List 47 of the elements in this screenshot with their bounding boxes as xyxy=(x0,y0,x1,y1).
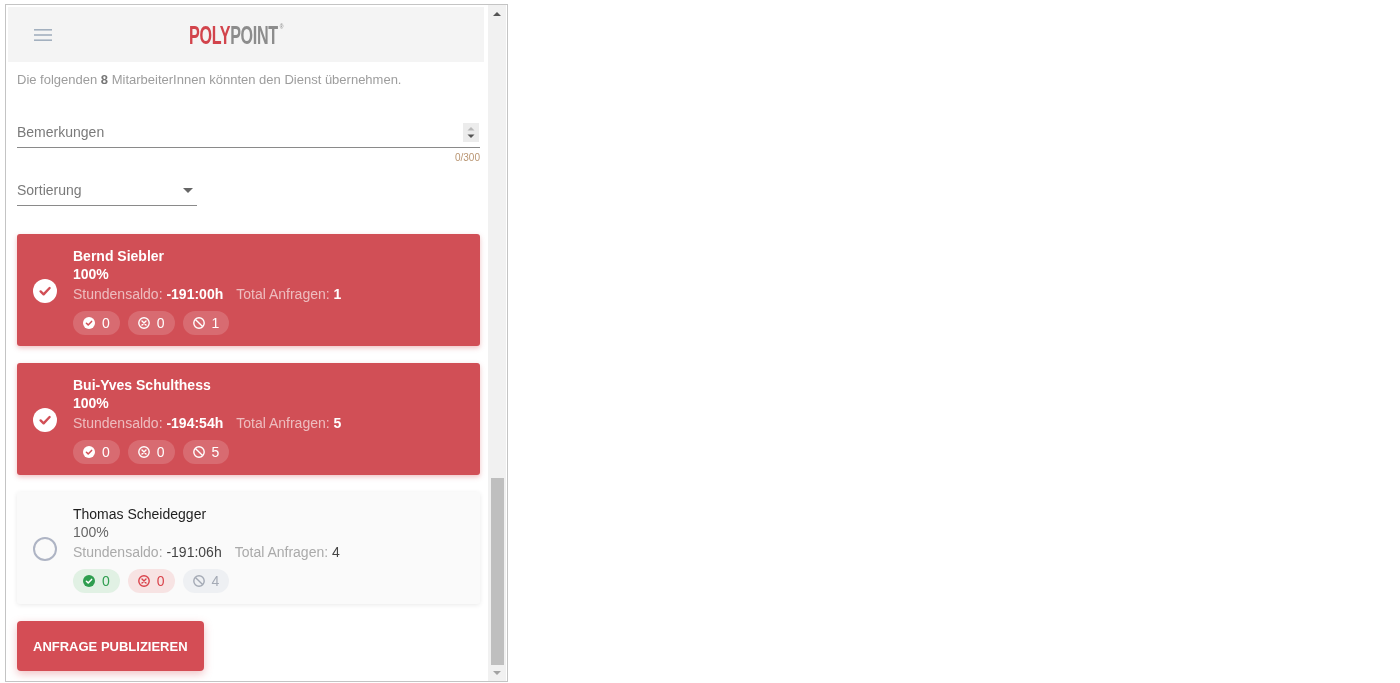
employee-card[interactable]: Bernd Siebler 100% Stundensaldo: -191:00h Total Anfragen: 1 0 0 1 xyxy=(17,234,480,346)
intro-text: Die folgenden 8 MitarbeiterInnen könnten den Dienst übernehmen. xyxy=(17,72,402,88)
employment-percentage: 100% xyxy=(73,523,109,541)
employee-name: Bui-Yves Schulthess xyxy=(73,376,211,394)
character-counter: 0/300 xyxy=(454,152,480,164)
employee-name: Bernd Siebler xyxy=(73,247,165,265)
count-text: 0 xyxy=(156,573,165,589)
employee-name: Thomas Scheidegger xyxy=(73,505,207,523)
count-text: 0 xyxy=(156,444,165,460)
hours-balance-text: Stundensaldo: -194:54h xyxy=(73,414,224,433)
hours-balance-text: Stundensaldo: -191:00h xyxy=(73,285,224,304)
ban-icon xyxy=(192,446,205,458)
x-circle-icon xyxy=(137,446,150,458)
count-text: 0 xyxy=(102,444,110,460)
check-circle-icon xyxy=(83,446,95,458)
scroll-down-arrow-icon[interactable] xyxy=(493,671,501,675)
sort-select[interactable]: Sortierung xyxy=(17,176,197,206)
count-text: 0 xyxy=(102,573,110,589)
checked-circle-icon[interactable] xyxy=(33,279,57,303)
x-circle-icon xyxy=(137,317,150,329)
total-requests-text: Total Anfragen: 1 xyxy=(236,285,342,304)
check-circle-icon xyxy=(83,317,95,329)
count-text: 5 xyxy=(211,444,220,460)
menu-icon[interactable] xyxy=(34,28,52,41)
count-text: 0 xyxy=(156,315,165,331)
employee-card[interactable]: Thomas Scheidegger 100% Stundensaldo: -191:06h Total Anfragen: 4 0 0 4 xyxy=(17,492,480,604)
employment-percentage: 100% xyxy=(73,394,109,412)
count-text: 1 xyxy=(211,315,220,331)
dropdown-caret-icon xyxy=(183,187,193,193)
ban-icon xyxy=(192,317,205,329)
hours-balance-text: Stundensaldo: -191:06h xyxy=(73,543,222,562)
employee-card[interactable]: Bui-Yves Schulthess 100% Stundensaldo: -194:54h Total Anfragen: 5 0 0 5 xyxy=(17,363,480,475)
total-requests-text: Total Anfragen: 4 xyxy=(234,543,340,562)
publish-button[interactable]: ANFRAGE PUBLIZIEREN xyxy=(17,621,204,671)
brand-logo: POLYPOINT® xyxy=(189,21,284,48)
total-requests-text: Total Anfragen: 5 xyxy=(236,414,342,433)
employment-percentage: 100% xyxy=(73,265,109,283)
empty-circle-icon[interactable] xyxy=(33,537,57,561)
scroll-up-arrow-icon[interactable] xyxy=(493,11,501,16)
ban-icon xyxy=(192,575,205,587)
scrollbar-thumb[interactable] xyxy=(490,478,504,665)
x-circle-icon xyxy=(137,575,150,587)
count-text: 0 xyxy=(102,315,110,331)
scroll-arrows-icon xyxy=(463,123,479,142)
check-circle-icon xyxy=(83,575,95,587)
checked-circle-icon[interactable] xyxy=(33,408,57,432)
count-text: 4 xyxy=(211,573,220,589)
